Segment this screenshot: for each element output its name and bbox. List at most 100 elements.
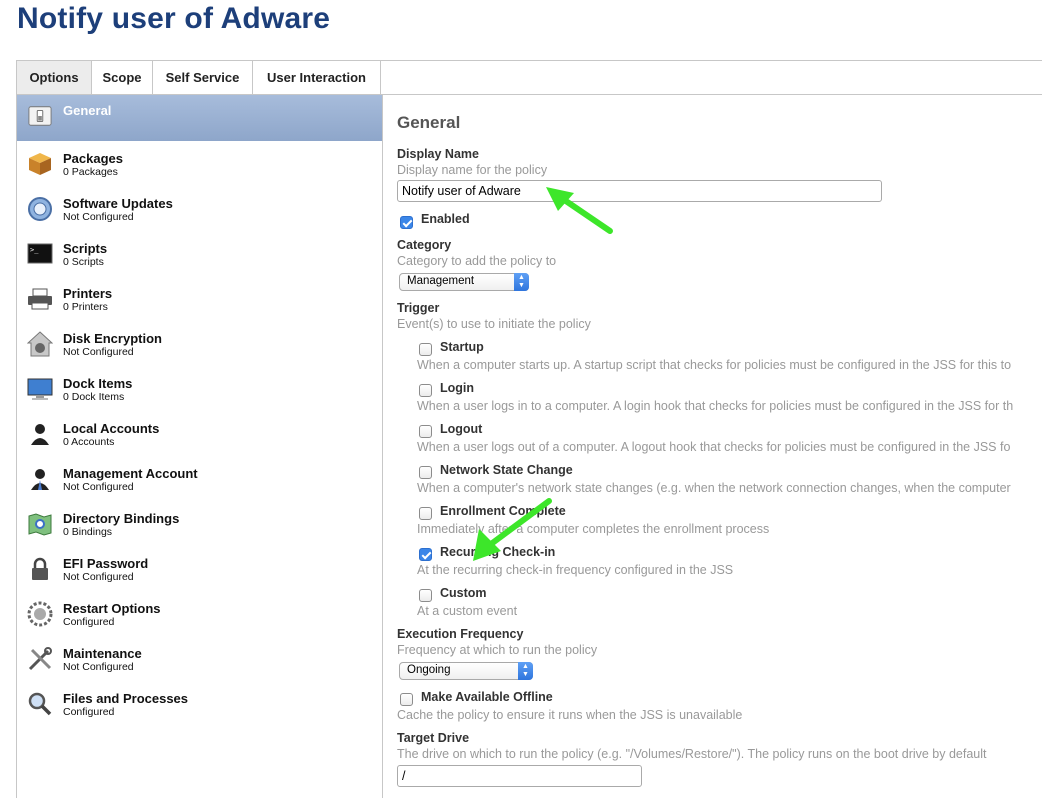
sidebar-item-label: EFI Password [63,556,149,571]
general-panel: General Display Name Display name for th… [383,95,1042,798]
offline-checkbox[interactable] [400,693,413,706]
sidebar-item-local-accounts[interactable]: Local Accounts 0 Accounts [17,415,382,460]
trigger-login-desc: When a user logs in to a computer. A log… [417,399,1014,413]
display-name-input[interactable] [397,180,882,202]
sidebar-item-status: Not Configured [63,661,134,673]
frequency-desc: Frequency at which to run the policy [397,643,598,657]
offline-label: Make Available Offline [421,690,553,704]
sidebar-item-label: Directory Bindings [63,511,180,526]
trigger-startup-desc: When a computer starts up. A startup scr… [417,358,1012,372]
sidebar-item-efi-password[interactable]: EFI Password Not Configured [17,550,382,595]
dock-icon [27,378,53,400]
tools-icon [28,647,52,671]
management-user-icon [31,469,49,490]
sidebar-item-disk-encryption[interactable]: Disk Encryption Not Configured [17,325,382,370]
tab-options[interactable]: Options [16,60,92,95]
sidebar-item-label: Files and Processes [63,691,189,706]
switch-icon [28,106,52,126]
trigger-network-state-change-label: Network State Change [440,463,573,477]
sidebar-item-printers[interactable]: Printers 0 Printers [17,280,382,325]
category-desc: Category to add the policy to [397,254,557,268]
category-label: Category [397,238,452,252]
sidebar-item-management-account[interactable]: Management Account Not Configured [17,460,382,505]
user-icon [31,424,49,445]
sidebar-item-label: Scripts [63,241,108,256]
trigger-custom-checkbox[interactable] [419,589,432,602]
software-update-icon [28,197,52,221]
sidebar-item-status: Not Configured [63,346,134,358]
sidebar-item-status: 0 Dock Items [63,391,125,403]
frequency-select[interactable]: Ongoing ▲ ▼ [399,662,533,680]
trigger-logout-label: Logout [440,422,483,436]
sidebar-item-status: Not Configured [63,211,134,223]
trigger-network-state-change-desc: When a computer's network state changes … [417,481,1011,495]
sidebar-item-status: 0 Scripts [63,256,104,268]
trigger-custom-desc: At a custom event [417,604,518,618]
lock-icon [32,557,48,580]
magnifier-icon [28,692,52,716]
sidebar-item-status: Configured [63,616,115,628]
sidebar-item-restart-options[interactable]: Restart Options Configured [17,595,382,640]
disk-encryption-icon [27,331,53,357]
sidebar-item-status: 0 Printers [63,301,108,313]
trigger-startup-checkbox[interactable] [419,343,432,356]
sidebar-item-status: Not Configured [63,571,134,583]
sidebar-item-files-and-processes[interactable]: Files and Processes Configured [17,685,382,730]
sidebar-item-maintenance[interactable]: Maintenance Not Configured [17,640,382,685]
trigger-startup-label: Startup [440,340,484,354]
sidebar-item-label: Local Accounts [63,421,160,436]
category-value: Management [407,275,475,287]
tab-self-service[interactable]: Self Service [152,60,253,95]
trigger-custom-label: Custom [440,586,487,600]
page-title: Notify user of Adware [17,2,331,35]
sidebar-item-status: Not Configured [63,481,134,493]
terminal-icon: >_ [27,243,53,264]
trigger-enrollment-complete-label: Enrollment Complete [440,504,566,518]
trigger-login-label: Login [440,381,475,395]
category-select[interactable]: Management ▲ ▼ [399,273,529,291]
trigger-recurring-check-in-checkbox[interactable] [419,548,432,561]
printer-icon [28,288,52,310]
trigger-desc: Event(s) to use to initiate the policy [397,317,591,331]
tab-user-interaction[interactable]: User Interaction [252,60,381,95]
sidebar-item-scripts[interactable]: >_ Scripts 0 Scripts [17,235,382,280]
sidebar-item-label: Printers [63,286,113,301]
updown-chevron-icon: ▲ ▼ [514,273,529,291]
package-icon [29,153,51,175]
sidebar-item-label: Disk Encryption [63,331,162,346]
enabled-checkbox[interactable] [400,216,413,229]
display-name-desc: Display name for the policy [397,163,548,177]
trigger-enrollment-complete-checkbox[interactable] [419,507,432,520]
directory-icon [28,513,52,536]
sidebar-item-status: 0 Accounts [63,436,115,448]
updown-chevron-icon: ▲ ▼ [518,662,533,680]
target-drive-input[interactable] [397,765,642,787]
sidebar-item-label: Maintenance [63,646,142,661]
sidebar-item-packages[interactable]: Packages 0 Packages [17,145,382,190]
sidebar-item-label: Restart Options [63,601,161,616]
offline-desc: Cache the policy to ensure it runs when … [397,708,743,722]
sidebar-item-label: Dock Items [63,376,133,391]
sidebar-item-dock-items[interactable]: Dock Items 0 Dock Items [17,370,382,415]
trigger-recurring-check-in-label: Recurring Check-in [440,545,556,559]
target-drive-desc: The drive on which to run the policy (e.… [397,747,987,761]
sidebar-item-status: 0 Packages [63,166,118,178]
trigger-enrollment-complete-desc: Immediately after a computer completes t… [417,522,770,536]
trigger-recurring-check-in-desc: At the recurring check-in frequency conf… [417,563,734,577]
sidebar-item-software-updates[interactable]: Software Updates Not Configured [17,190,382,235]
tab-scope[interactable]: Scope [91,60,153,95]
sidebar: General Packages 0 Packages Software Upd… [16,95,383,798]
sidebar-item-status: Configured [63,706,115,718]
tab-bar: Options Scope Self Service User Interact… [16,60,1042,95]
trigger-login-checkbox[interactable] [419,384,432,397]
section-title: General [397,113,461,132]
sidebar-item-status: 0 Bindings [63,526,113,538]
sidebar-item-label: General [63,103,112,118]
display-name-label: Display Name [397,147,479,161]
sidebar-item-general[interactable]: General [17,95,382,141]
target-drive-label: Target Drive [397,731,470,745]
trigger-logout-checkbox[interactable] [419,425,432,438]
svg-text:>_: >_ [30,246,39,254]
sidebar-item-directory-bindings[interactable]: Directory Bindings 0 Bindings [17,505,382,550]
trigger-network-state-change-checkbox[interactable] [419,466,432,479]
